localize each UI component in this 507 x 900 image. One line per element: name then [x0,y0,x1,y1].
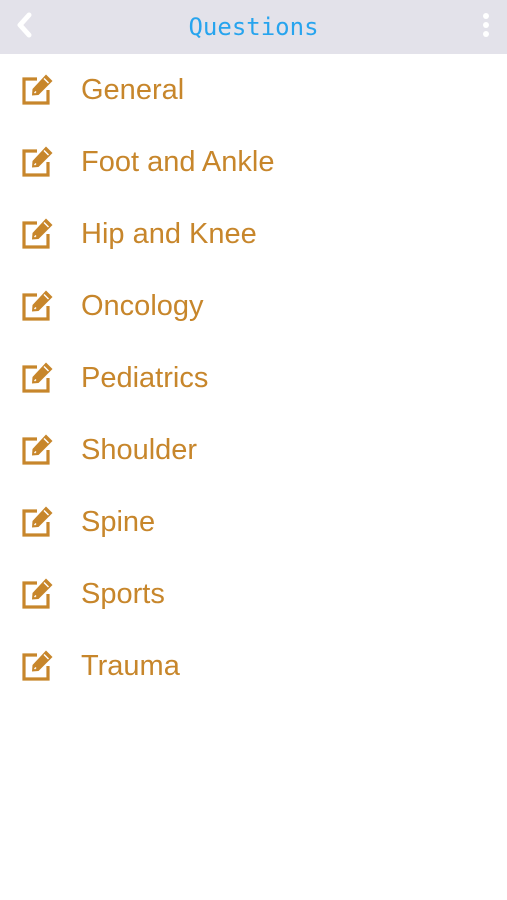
edit-icon [20,505,54,539]
list-item-oncology[interactable]: Oncology [0,270,507,342]
list-item-general[interactable]: General [0,54,507,126]
list-item-label: Spine [81,506,156,538]
list-item-label: Trauma [81,650,180,682]
list-item-label: General [81,74,185,106]
back-button[interactable] [8,8,42,46]
app-header: Questions [0,0,507,54]
edit-icon [20,289,54,323]
edit-icon [20,433,54,467]
list-item-trauma[interactable]: Trauma [0,630,507,702]
list-item-label: Foot and Ankle [81,146,275,178]
page-title: Questions [188,13,319,41]
list-item-hip-and-knee[interactable]: Hip and Knee [0,198,507,270]
list-item-label: Pediatrics [81,362,209,394]
list-item-pediatrics[interactable]: Pediatrics [0,342,507,414]
edit-icon [20,217,54,251]
edit-icon [20,649,54,683]
list-item-shoulder[interactable]: Shoulder [0,414,507,486]
list-item-label: Shoulder [81,434,198,466]
list-item-sports[interactable]: Sports [0,558,507,630]
edit-icon [20,73,54,107]
edit-icon [20,577,54,611]
list-item-foot-and-ankle[interactable]: Foot and Ankle [0,126,507,198]
edit-icon [20,145,54,179]
list-item-label: Sports [81,578,165,610]
chevron-left-icon [14,12,36,43]
questions-list: General Foot and Ankle Hip and Knee Onco… [0,54,507,702]
list-item-label: Hip and Knee [81,218,257,250]
list-item-label: Oncology [81,290,204,322]
more-vertical-icon [481,12,491,43]
more-options-button[interactable] [471,8,501,46]
list-item-spine[interactable]: Spine [0,486,507,558]
edit-icon [20,361,54,395]
